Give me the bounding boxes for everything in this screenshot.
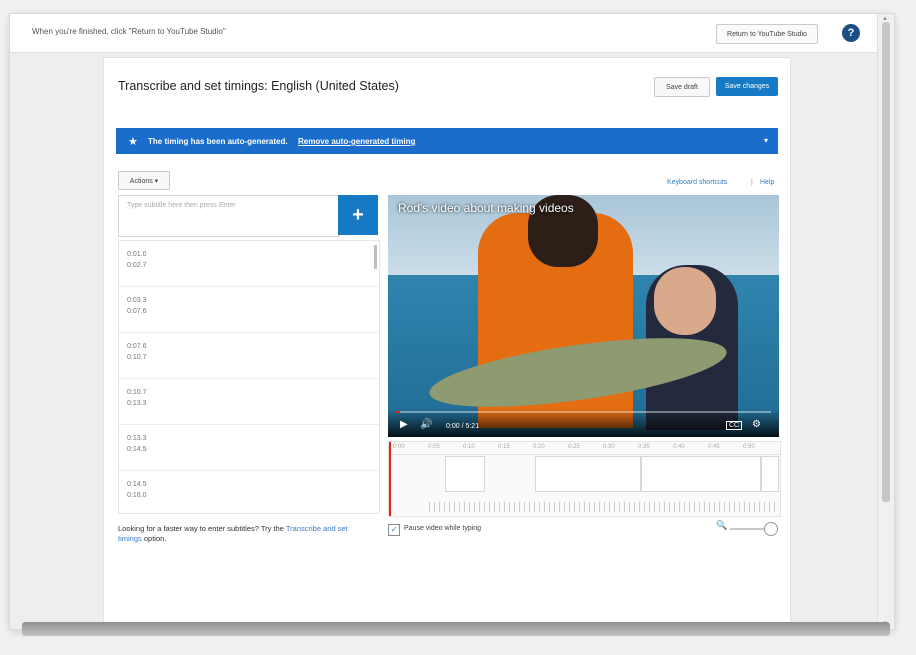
top-bar: When you're finished, click "Return to Y… xyxy=(10,14,878,53)
zoom-slider-track[interactable] xyxy=(730,528,766,530)
page-title: Transcribe and set timings: English (Uni… xyxy=(118,79,399,93)
timeline-tick-label: 0:40 xyxy=(673,444,685,450)
auto-timing-banner: ★ The timing has been auto-generated. Re… xyxy=(116,128,778,154)
timeline-tick-label: 0:20 xyxy=(533,444,545,450)
subtitle-input-placeholder: Type subtitle here then press Enter xyxy=(127,202,236,209)
caption-end-time[interactable]: 0:16.0 xyxy=(127,492,146,499)
settings-gear-icon[interactable]: ⚙ xyxy=(752,419,761,430)
timeline-tick-label: 0:00 xyxy=(393,444,405,450)
list-item[interactable]: 0:10.7 0:13.3 xyxy=(119,379,379,425)
caption-start-time[interactable]: 0:01.0 xyxy=(127,251,146,258)
pause-while-typing-checkbox[interactable]: ✓ xyxy=(388,524,400,536)
timeline-tick-label: 0:05 xyxy=(428,444,440,450)
remove-auto-timing-link[interactable]: Remove auto-generated timing xyxy=(298,137,415,146)
hint-prefix: Looking for a faster way to enter subtit… xyxy=(118,524,284,533)
timeline-caption-segment[interactable] xyxy=(535,456,641,492)
list-item[interactable]: 0:03.3 0:07.6 xyxy=(119,287,379,333)
save-changes-button[interactable]: Save changes xyxy=(716,77,778,96)
add-subtitle-button[interactable]: + xyxy=(338,195,378,235)
zoom-slider-knob[interactable] xyxy=(764,522,778,536)
caption-end-time[interactable]: 0:14.5 xyxy=(127,446,146,453)
banner-message: The timing has been auto-generated. xyxy=(148,137,288,146)
caption-timeline[interactable]: 0:00 0:05 0:10 0:15 0:20 0:25 0:30 0:35 0:40 0:45… xyxy=(388,441,781,517)
scrollbar-thumb[interactable] xyxy=(882,22,890,502)
video-person-child-head xyxy=(654,267,716,335)
link-separator: | xyxy=(751,179,753,186)
caption-start-time[interactable]: 0:03.3 xyxy=(127,297,146,304)
caption-start-time[interactable]: 0:07.6 xyxy=(127,343,146,350)
help-icon[interactable]: ? xyxy=(842,24,860,42)
hint-suffix: option. xyxy=(143,534,167,543)
zoom-icon: 🔍 xyxy=(716,520,728,530)
caption-end-time[interactable]: 0:13.3 xyxy=(127,400,146,407)
page-scrollbar[interactable]: ▲ ▼ xyxy=(877,14,894,629)
list-item[interactable]: 0:07.6 0:10.7 xyxy=(119,333,379,379)
chevron-down-icon[interactable]: ▾ xyxy=(764,136,768,145)
timeline-tick-label: 0:25 xyxy=(568,444,580,450)
timeline-tick-label: 0:45 xyxy=(708,444,720,450)
caption-start-time[interactable]: 0:13.3 xyxy=(127,435,146,442)
volume-icon[interactable]: 🔊 xyxy=(420,419,432,430)
caption-end-time[interactable]: 0:07.6 xyxy=(127,308,146,315)
window-bottom-edge xyxy=(22,622,890,636)
subtitle-input[interactable]: Type subtitle here then press Enter xyxy=(118,195,340,237)
save-draft-button[interactable]: Save draft xyxy=(654,77,710,97)
caption-end-time[interactable]: 0:10.7 xyxy=(127,354,146,361)
audio-waveform xyxy=(429,502,776,512)
video-title[interactable]: Rod's video about making videos xyxy=(398,201,574,215)
help-link[interactable]: Help xyxy=(760,179,774,186)
playhead-marker[interactable] xyxy=(389,442,391,516)
list-item[interactable]: 0:01.0 0:02.7 xyxy=(119,241,379,287)
timeline-caption-segment[interactable] xyxy=(761,456,779,492)
timeline-tick-label: 0:50 xyxy=(743,444,755,450)
video-progress-fill xyxy=(396,411,400,413)
timeline-tick-label: 0:30 xyxy=(603,444,615,450)
star-icon: ★ xyxy=(128,136,138,148)
video-controls: ▶ 🔊 0:00 / 5:21 CC ⚙ xyxy=(388,409,779,437)
caption-end-time[interactable]: 0:02.7 xyxy=(127,262,146,269)
instruction-text: When you're finished, click "Return to Y… xyxy=(32,27,226,36)
list-item[interactable]: 0:13.3 0:14.5 xyxy=(119,425,379,471)
subtitle-editor-card: Transcribe and set timings: English (Uni… xyxy=(104,58,790,629)
actions-dropdown[interactable]: Actions ▾ xyxy=(118,171,170,190)
video-player[interactable]: Rod's video about making videos ▶ 🔊 0:00… xyxy=(388,195,779,437)
return-to-studio-button[interactable]: Return to YouTube Studio xyxy=(716,24,818,44)
play-icon[interactable]: ▶ xyxy=(400,419,408,430)
pause-while-typing-label[interactable]: Pause video while typing xyxy=(404,525,481,532)
timeline-caption-segment[interactable] xyxy=(445,456,485,492)
caption-start-time[interactable]: 0:10.7 xyxy=(127,389,146,396)
timeline-tick-label: 0:10 xyxy=(463,444,475,450)
cc-icon[interactable]: CC xyxy=(726,421,743,430)
timeline-ruler: 0:00 0:05 0:10 0:15 0:20 0:25 0:30 0:35 0:40 0:45… xyxy=(389,442,780,455)
list-item[interactable]: 0:14.5 0:16.0 xyxy=(119,471,379,513)
keyboard-shortcuts-link[interactable]: Keyboard shortcuts xyxy=(667,179,727,186)
timeline-tick-label: 0:35 xyxy=(638,444,650,450)
caption-start-time[interactable]: 0:14.5 xyxy=(127,481,146,488)
timeline-tick-label: 0:15 xyxy=(498,444,510,450)
video-time: 0:00 / 5:21 xyxy=(446,423,480,430)
video-progress-bar[interactable] xyxy=(396,411,771,413)
caption-list: 0:01.0 0:02.7 0:03.3 0:07.6 0:07.6 0:10.… xyxy=(118,240,380,514)
faster-entry-hint: Looking for a faster way to enter subtit… xyxy=(118,524,368,544)
browser-window: When you're finished, click "Return to Y… xyxy=(10,14,894,629)
timeline-caption-segment[interactable] xyxy=(641,456,761,492)
